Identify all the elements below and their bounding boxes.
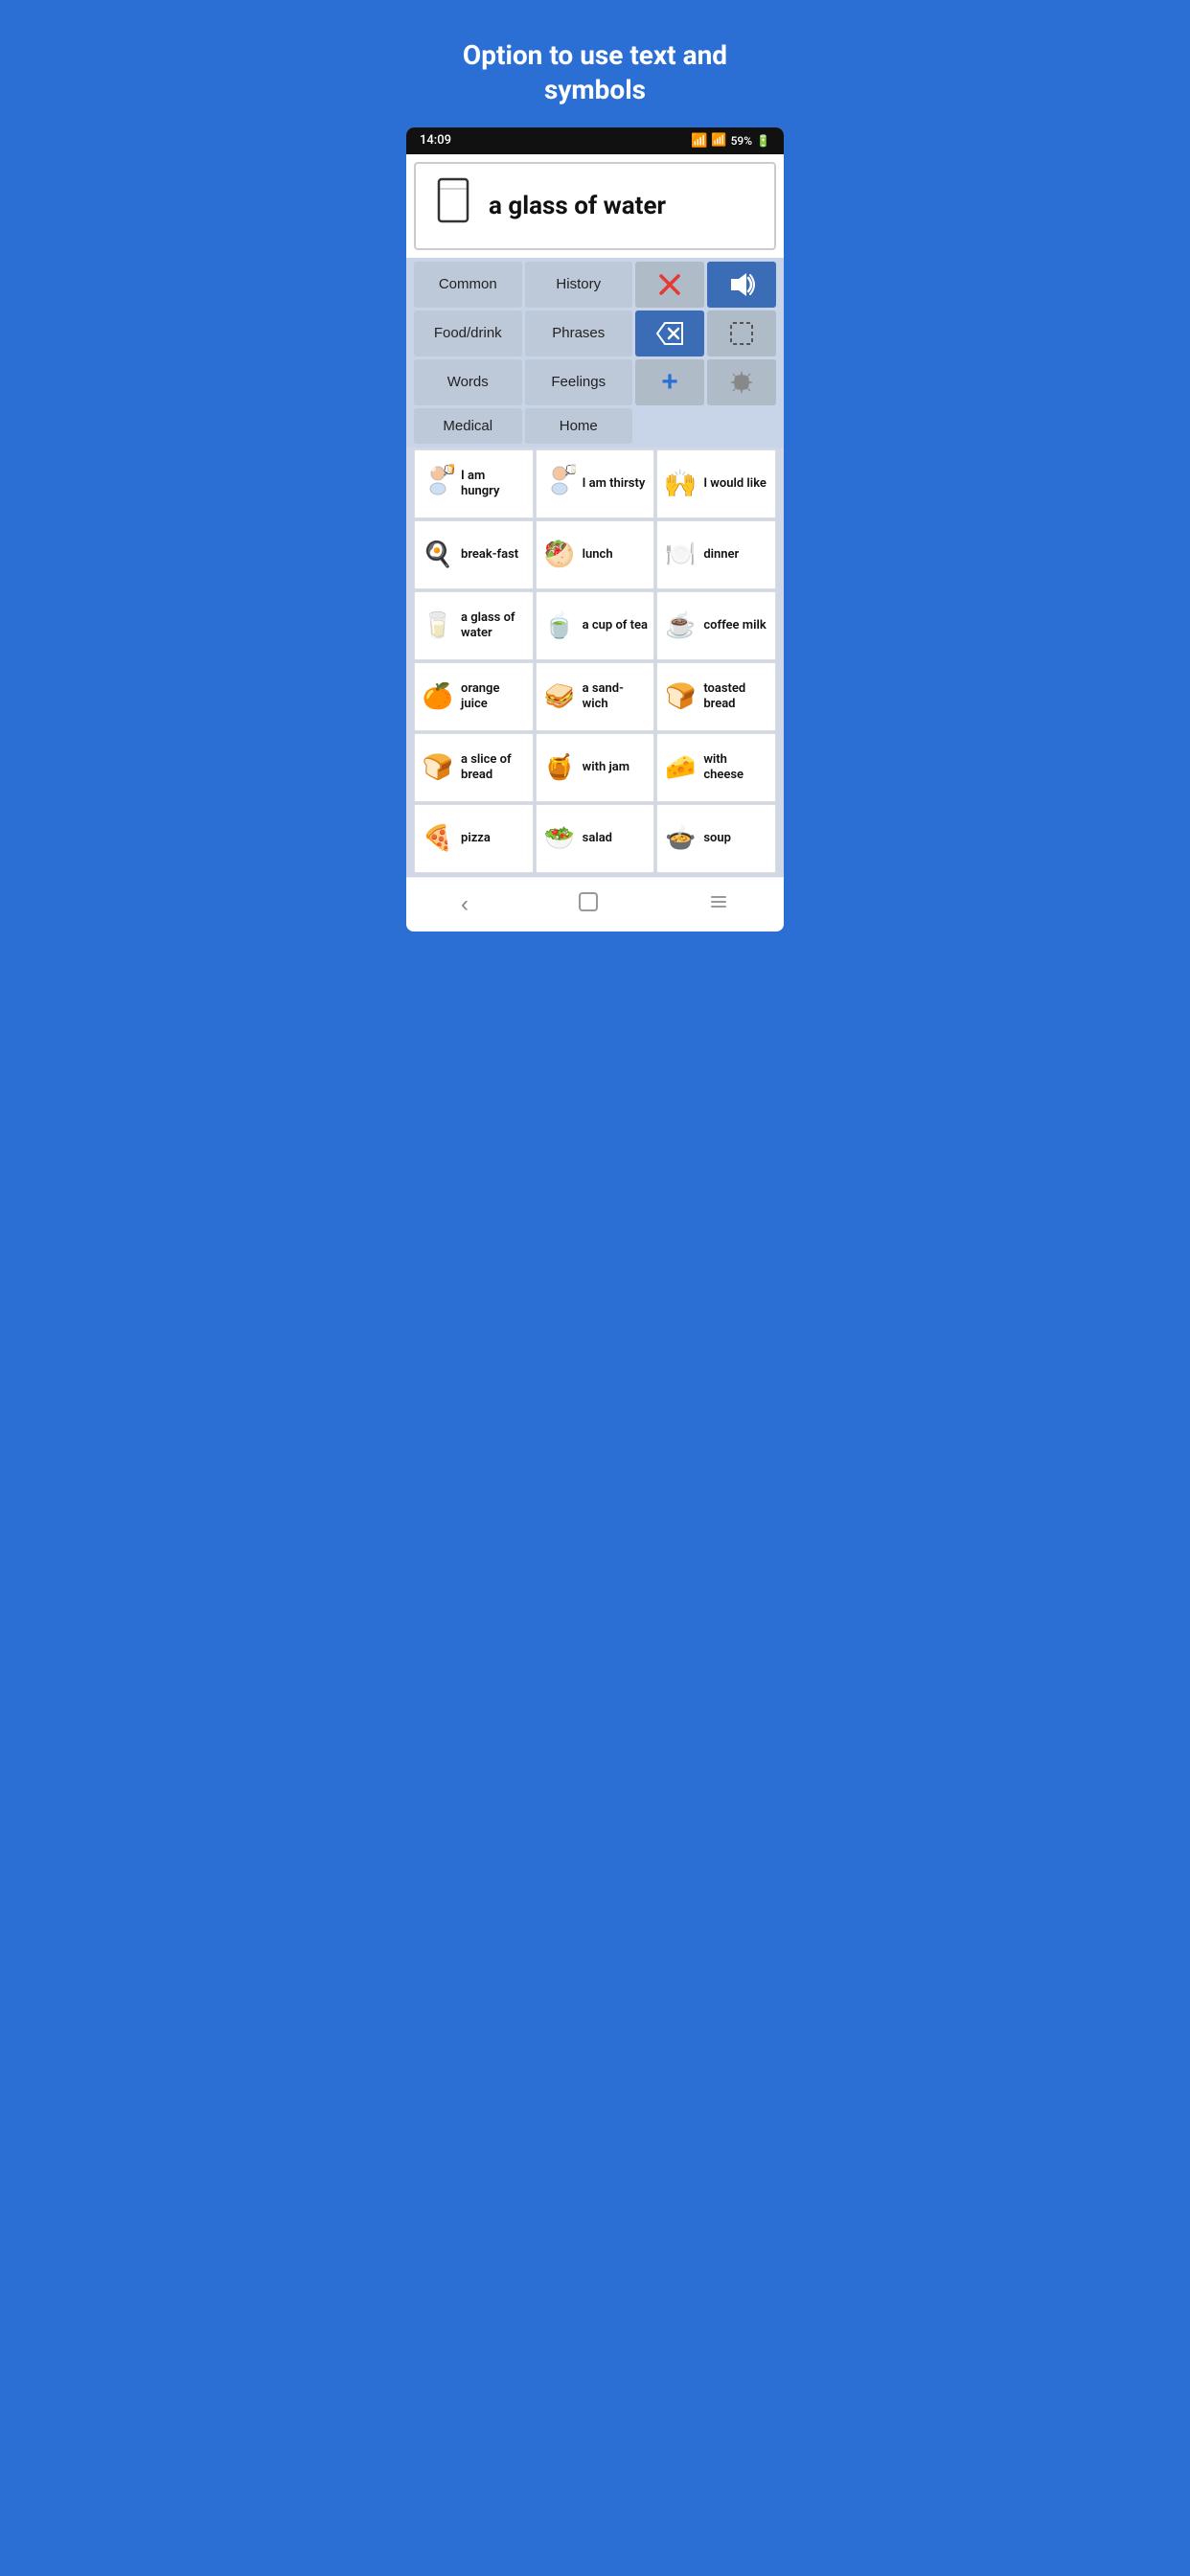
- output-symbol-icon: [429, 175, 477, 237]
- hungry-label: I am hungry: [461, 469, 527, 500]
- symbol-grid: 💭 🍞 I am hungry 💭 🥛 I am thirsty: [406, 448, 784, 877]
- thirsty-label: I am thirsty: [583, 476, 646, 492]
- cat-btn-history[interactable]: History: [525, 262, 633, 308]
- cat-btn-home[interactable]: Home: [525, 408, 633, 444]
- breakfast-icon: 🍳: [421, 540, 455, 569]
- symbol-jam[interactable]: 🍯 with jam: [536, 733, 655, 802]
- sandwich-label: a sand-wich: [583, 681, 649, 713]
- coffee-label: coffee milk: [703, 618, 766, 633]
- cheese-icon: 🧀: [663, 753, 698, 782]
- status-right: 📶 📶 59% 🔋: [691, 133, 770, 149]
- lunch-label: lunch: [583, 547, 613, 563]
- clear-button[interactable]: [635, 262, 704, 308]
- dinner-icon: 🍽️: [663, 540, 698, 569]
- slice-bread-label: a slice of bread: [461, 752, 527, 784]
- orange-juice-label: orange juice: [461, 681, 527, 713]
- water-icon: 🥛: [421, 611, 455, 640]
- nav-home-button[interactable]: [555, 887, 622, 922]
- symbol-orange-juice[interactable]: 🍊 orange juice: [414, 662, 534, 731]
- symbol-tea[interactable]: 🍵 a cup of tea: [536, 591, 655, 660]
- sandwich-icon: 🥪: [542, 682, 577, 711]
- cat-btn-medical[interactable]: Medical: [414, 408, 522, 444]
- svg-text:🍞: 🍞: [446, 464, 454, 474]
- jam-label: with jam: [583, 760, 629, 775]
- toasted-bread-icon: 🍞: [663, 682, 698, 711]
- recent-apps-icon: [708, 891, 729, 912]
- cat-btn-food[interactable]: Food/drink: [414, 310, 522, 356]
- thirsty-icon: 💭 🥛: [542, 464, 577, 504]
- pizza-icon: 🍕: [421, 824, 455, 853]
- water-label: a glass of water: [461, 610, 527, 642]
- backspace-button[interactable]: [635, 310, 704, 356]
- salad-label: salad: [583, 831, 612, 846]
- tea-label: a cup of tea: [583, 618, 648, 633]
- orange-juice-icon: 🍊: [421, 682, 455, 711]
- symbol-thirsty[interactable]: 💭 🥛 I am thirsty: [536, 449, 655, 518]
- x-icon: [656, 271, 683, 298]
- phone-frame: 14:09 📶 📶 59% 🔋 a glass of water Comm: [406, 127, 784, 932]
- symbol-salad[interactable]: 🥗 salad: [536, 804, 655, 873]
- cat-btn-feelings[interactable]: Feelings: [525, 359, 633, 405]
- status-time: 14:09: [420, 133, 451, 148]
- symbol-cheese[interactable]: 🧀 with cheese: [656, 733, 776, 802]
- symbol-sandwich[interactable]: 🥪 a sand-wich: [536, 662, 655, 731]
- nav-back-button[interactable]: ‹: [438, 887, 492, 922]
- cheese-label: with cheese: [703, 752, 769, 784]
- symbol-hungry[interactable]: 💭 🍞 I am hungry: [414, 449, 534, 518]
- expand-icon: [728, 320, 755, 347]
- breakfast-label: break-fast: [461, 547, 518, 563]
- expand-button[interactable]: [707, 310, 776, 356]
- wifi-icon: 📶: [691, 133, 707, 149]
- battery-percent: 59%: [731, 134, 752, 148]
- symbol-slice-bread[interactable]: 🍞 a slice of bread: [414, 733, 534, 802]
- output-text: a glass of water: [489, 192, 666, 220]
- nav-recent-button[interactable]: [685, 887, 752, 922]
- backspace-icon: [655, 321, 684, 346]
- speaker-icon: [727, 271, 756, 298]
- soup-label: soup: [703, 831, 731, 846]
- home-circle-icon: [578, 891, 599, 912]
- would-like-icon: 🙌: [663, 468, 698, 499]
- water-glass-svg: [432, 175, 474, 227]
- symbol-breakfast[interactable]: 🍳 break-fast: [414, 520, 534, 589]
- add-button[interactable]: +: [635, 359, 704, 405]
- page-title: Option to use text and symbols: [397, 29, 793, 127]
- symbol-dinner[interactable]: 🍽️ dinner: [656, 520, 776, 589]
- toasted-bread-label: toasted bread: [703, 681, 769, 713]
- symbol-coffee[interactable]: ☕ coffee milk: [656, 591, 776, 660]
- symbol-toasted-bread[interactable]: 🍞 toasted bread: [656, 662, 776, 731]
- signal-icon: 📶: [711, 133, 726, 148]
- coffee-icon: ☕: [663, 611, 698, 640]
- jam-icon: 🍯: [542, 753, 577, 782]
- battery-icon: 🔋: [756, 134, 770, 148]
- gear-icon: [728, 369, 755, 396]
- status-bar: 14:09 📶 📶 59% 🔋: [406, 127, 784, 154]
- svg-text:🥛: 🥛: [568, 464, 576, 474]
- would-like-label: I would like: [703, 476, 767, 492]
- hungry-icon: 💭 🍞: [421, 464, 455, 504]
- symbol-water[interactable]: 🥛 a glass of water: [414, 591, 534, 660]
- cat-btn-phrases[interactable]: Phrases: [525, 310, 633, 356]
- symbol-would-like[interactable]: 🙌 I would like: [656, 449, 776, 518]
- salad-icon: 🥗: [542, 824, 577, 853]
- outer-wrapper: Option to use text and symbols 14:09 📶 📶…: [397, 0, 793, 951]
- cat-btn-common[interactable]: Common: [414, 262, 522, 308]
- category-grid: Common History Food/drink Phrases: [406, 258, 784, 448]
- symbol-soup[interactable]: 🍲 soup: [656, 804, 776, 873]
- tea-icon: 🍵: [542, 611, 577, 640]
- pizza-label: pizza: [461, 831, 491, 846]
- dinner-label: dinner: [703, 547, 739, 563]
- symbol-pizza[interactable]: 🍕 pizza: [414, 804, 534, 873]
- nav-bar: ‹: [406, 877, 784, 932]
- settings-button[interactable]: [707, 359, 776, 405]
- slice-bread-icon: 🍞: [421, 753, 455, 782]
- lunch-icon: 🥙: [542, 540, 577, 569]
- speak-button[interactable]: [707, 262, 776, 308]
- soup-icon: 🍲: [663, 824, 698, 853]
- output-area[interactable]: a glass of water: [414, 162, 776, 250]
- symbol-lunch[interactable]: 🥙 lunch: [536, 520, 655, 589]
- cat-btn-words[interactable]: Words: [414, 359, 522, 405]
